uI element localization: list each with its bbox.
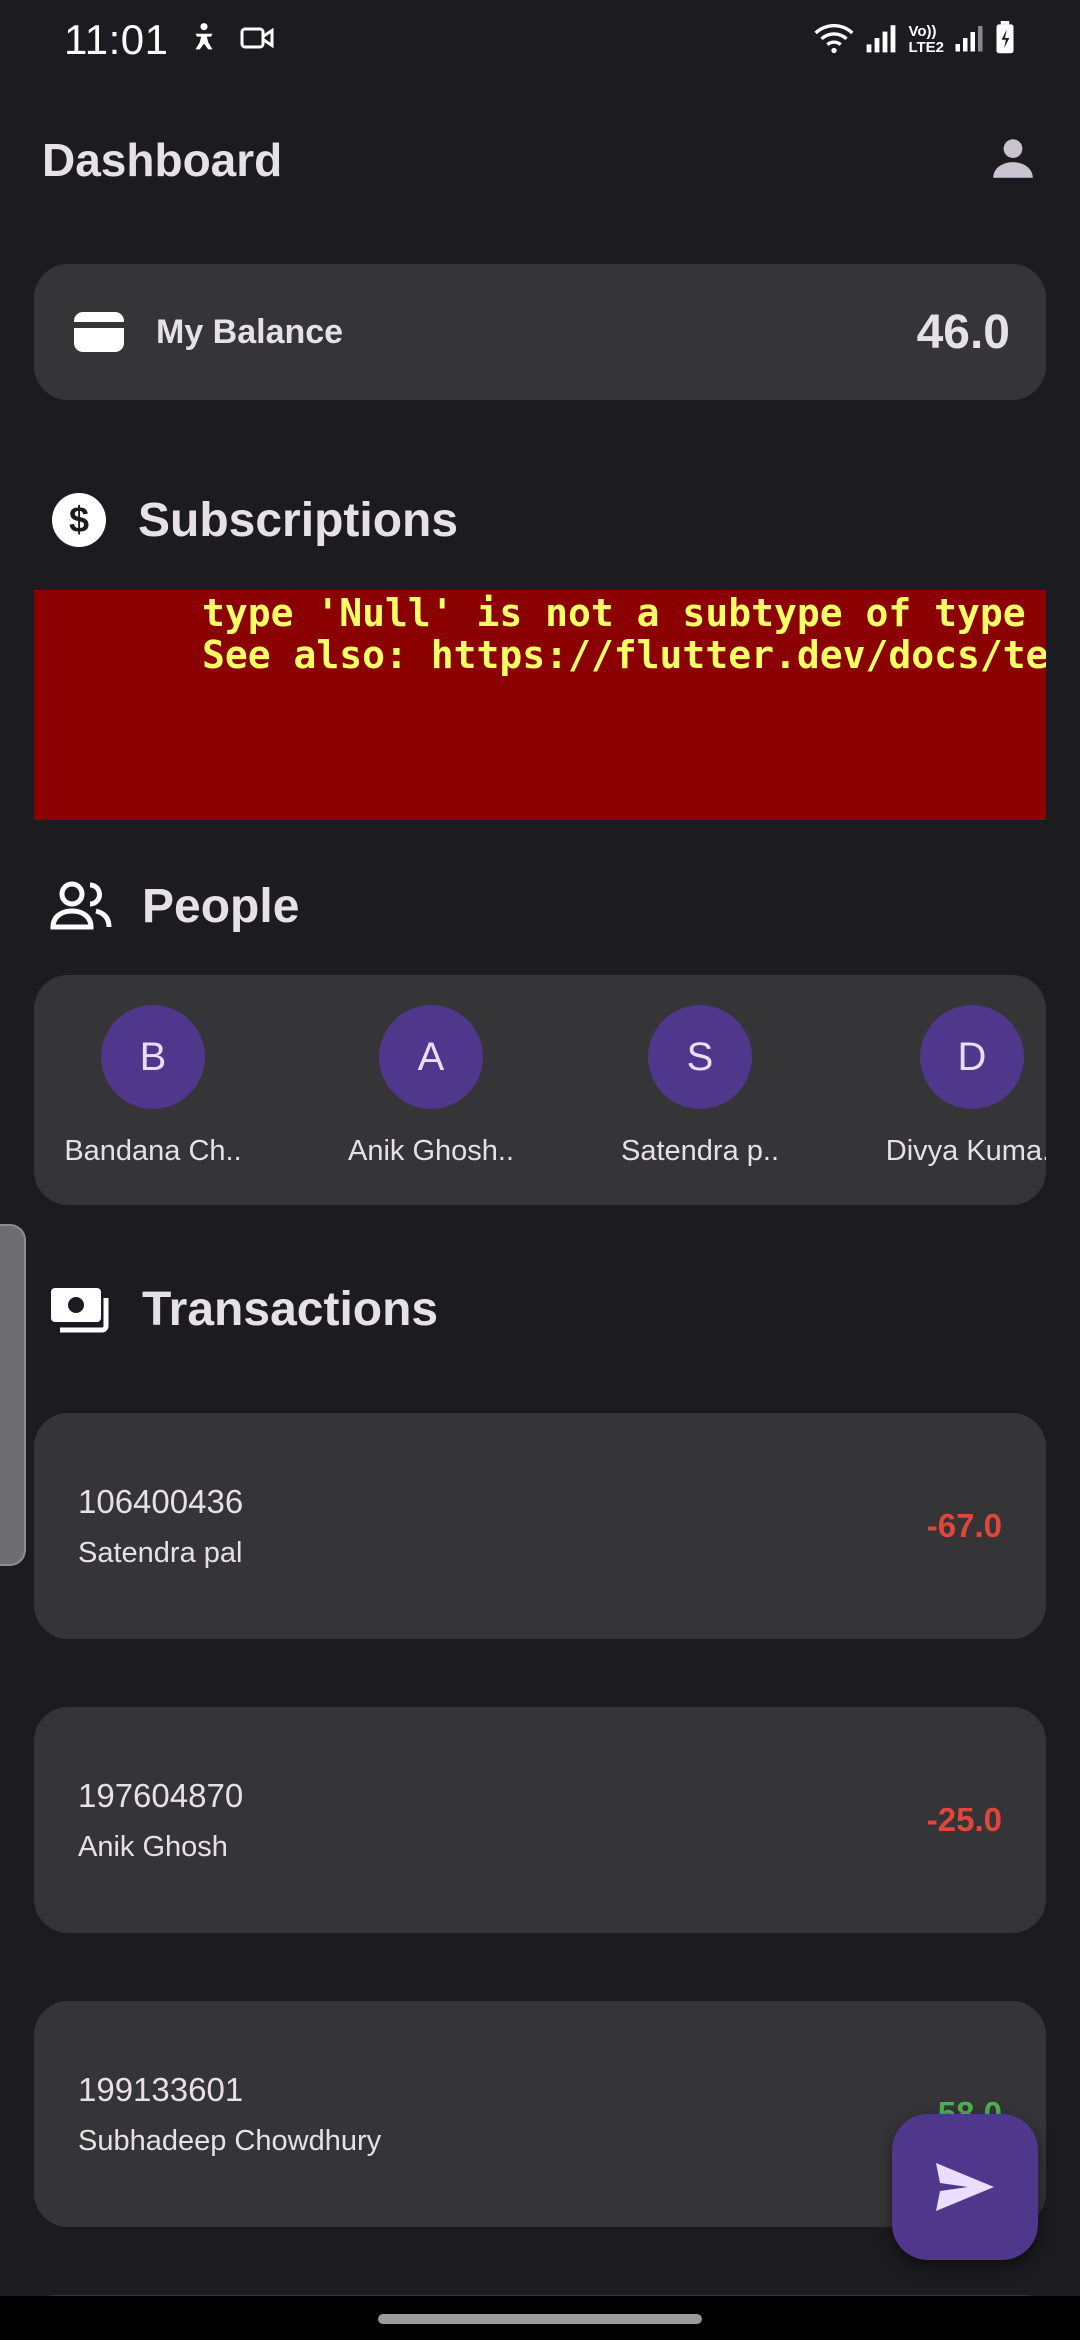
balance-card: My Balance 46.0: [34, 264, 1046, 400]
transaction-card[interactable]: 106400436 Satendra pal -67.0: [34, 1413, 1046, 1639]
error-message-box: type 'Null' is not a subtype of type 'S …: [34, 590, 1046, 820]
person-item[interactable]: S Satendra p..: [600, 1005, 800, 1168]
home-gesture-handle[interactable]: [378, 2314, 702, 2324]
transaction-id: 199133601: [78, 2070, 244, 2108]
transaction-name: Anik Ghosh: [78, 1830, 228, 1863]
person-name: Divya Kuma..: [885, 1135, 1046, 1167]
avatar: D: [920, 1005, 1024, 1109]
edge-panel-handle[interactable]: [0, 1224, 26, 1566]
account-icon[interactable]: [988, 133, 1038, 188]
wifi-icon: [814, 21, 854, 60]
transaction-amount: -67.0: [926, 1507, 1002, 1544]
status-bar: 11:01 Vo)) LTE2: [0, 0, 1080, 80]
people-icon: [50, 881, 112, 931]
person-name: Anik Ghosh..: [347, 1135, 515, 1167]
volte-label: Vo)) LTE2: [908, 23, 944, 56]
signal-icon-2: [954, 22, 984, 59]
transaction-card[interactable]: 197604870 Anik Ghosh -25.0: [34, 1707, 1046, 1933]
person-name: Bandana Ch..: [64, 1135, 242, 1167]
status-time: 11:01: [64, 16, 169, 63]
video-call-icon: [239, 23, 275, 58]
balance-value: 46.0: [916, 305, 1010, 359]
transaction-name: Satendra pal: [78, 1536, 243, 1569]
person-item[interactable]: D Divya Kuma..: [872, 1005, 1046, 1168]
transaction-name: Subhadeep Chowdhury: [78, 2124, 382, 2157]
transaction-id: 106400436: [78, 1482, 244, 1520]
page-title: Dashboard: [42, 134, 283, 186]
transactions-header: Transactions: [50, 1274, 438, 1344]
person-item[interactable]: B Bandana Ch..: [53, 1005, 253, 1168]
send-icon: [934, 2161, 996, 2213]
avatar: S: [648, 1005, 752, 1109]
transaction-id: 197604870: [78, 1776, 244, 1814]
signal-icon: [864, 22, 898, 59]
error-line-1: type 'Null' is not a subtype of type 'S: [202, 591, 1046, 635]
error-line-2: See also: https://flutter.dev/docs/test: [202, 633, 1046, 677]
avatar: A: [379, 1005, 483, 1109]
send-money-button[interactable]: [892, 2114, 1038, 2260]
people-header: People: [50, 871, 299, 941]
people-card: B Bandana Ch.. A Anik Ghosh.. S Satendra…: [34, 975, 1046, 1205]
avatar: B: [101, 1005, 205, 1109]
person-item[interactable]: A Anik Ghosh..: [331, 1005, 531, 1168]
app-bar: Dashboard: [0, 110, 1080, 210]
people-title: People: [142, 879, 300, 933]
wallet-icon: [72, 310, 126, 354]
svg-text:$: $: [69, 499, 89, 540]
person-name: Satendra p..: [621, 1135, 779, 1167]
transactions-title: Transactions: [142, 1282, 439, 1336]
battery-icon: [994, 20, 1016, 60]
accessibility-icon: [187, 21, 221, 60]
dollar-circle-icon: $: [50, 491, 108, 549]
subscriptions-header: $ Subscriptions: [50, 485, 458, 555]
transaction-amount: -25.0: [926, 1801, 1002, 1838]
payments-icon: [50, 1284, 112, 1334]
subscriptions-title: Subscriptions: [138, 493, 459, 547]
balance-label: My Balance: [156, 312, 344, 351]
